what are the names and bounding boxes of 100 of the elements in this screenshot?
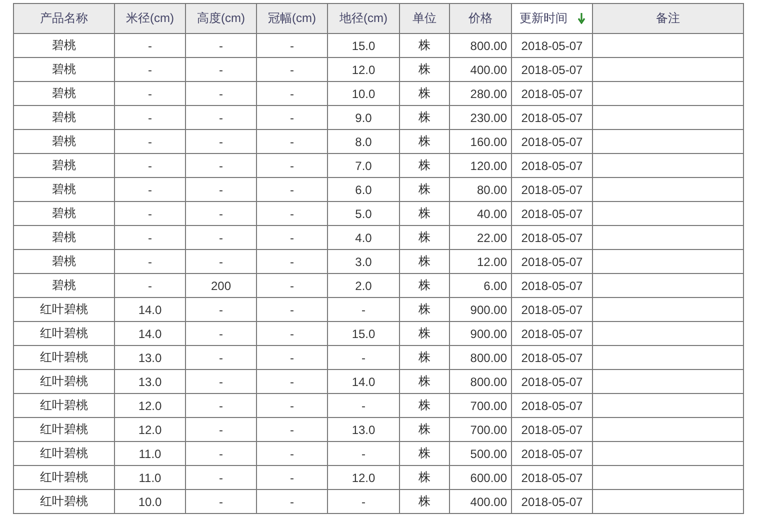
table-cell: - [256, 154, 328, 178]
table-cell: - [328, 298, 400, 322]
table-cell: - [256, 298, 328, 322]
table-cell: 13.0 [114, 346, 186, 370]
table-cell: 红叶碧桃 [14, 298, 114, 322]
table-cell: 2018-05-07 [512, 394, 592, 418]
table-cell: 2018-05-07 [512, 370, 592, 394]
table-cell: 株 [400, 298, 450, 322]
table-cell: 230.00 [450, 106, 512, 130]
column-header[interactable]: 米径(cm) [114, 4, 186, 34]
table-cell: - [186, 370, 256, 394]
table-cell: - [256, 442, 328, 466]
table-cell: 株 [400, 370, 450, 394]
table-cell: 11.0 [114, 466, 186, 490]
table-cell: - [256, 34, 328, 58]
table-cell: 8.0 [328, 130, 400, 154]
table-cell: 500.00 [450, 442, 512, 466]
table-cell: 6.00 [450, 274, 512, 298]
column-header[interactable]: 价格 [450, 4, 512, 34]
table-cell: - [256, 178, 328, 202]
table-cell: - [256, 106, 328, 130]
table-cell: - [186, 58, 256, 82]
table-cell: 10.0 [114, 490, 186, 514]
table-cell: 15.0 [328, 34, 400, 58]
table-cell: 800.00 [450, 34, 512, 58]
table-cell: 株 [400, 394, 450, 418]
table-cell: - [256, 82, 328, 106]
table-cell: 株 [400, 58, 450, 82]
table-cell: 红叶碧桃 [14, 322, 114, 346]
table-cell: 株 [400, 346, 450, 370]
table-cell: 株 [400, 130, 450, 154]
table-cell: - [186, 154, 256, 178]
table-cell: - [256, 250, 328, 274]
table-cell: - [186, 442, 256, 466]
table-cell: 株 [400, 82, 450, 106]
column-header[interactable]: 地径(cm) [328, 4, 400, 34]
table-cell: - [114, 250, 186, 274]
table-cell: 株 [400, 106, 450, 130]
table-cell: 9.0 [328, 106, 400, 130]
table-cell: 12.00 [450, 250, 512, 274]
column-header[interactable]: 产品名称 [14, 4, 114, 34]
table-cell: 15.0 [328, 322, 400, 346]
table-cell: 14.0 [114, 298, 186, 322]
table-cell: - [186, 322, 256, 346]
table-cell: 碧桃 [14, 250, 114, 274]
table-cell: 2.0 [328, 274, 400, 298]
table-cell: 株 [400, 418, 450, 442]
table-cell: 碧桃 [14, 178, 114, 202]
table-cell: 碧桃 [14, 82, 114, 106]
table-cell: 株 [400, 490, 450, 514]
table-cell: 7.0 [328, 154, 400, 178]
column-header[interactable]: 单位 [400, 4, 450, 34]
table-cell: 5.0 [328, 202, 400, 226]
table-cell: 10.0 [328, 82, 400, 106]
table-cell: 碧桃 [14, 130, 114, 154]
table-cell: 13.0 [114, 370, 186, 394]
table-cell: - [256, 466, 328, 490]
table-cell: - [328, 490, 400, 514]
column-header[interactable]: 更新时间 [512, 4, 592, 34]
sort-arrow-icon [578, 13, 584, 24]
table-cell: 40.00 [450, 202, 512, 226]
table-cell: 株 [400, 154, 450, 178]
table-cell: 12.0 [114, 394, 186, 418]
table-cell: 2018-05-07 [512, 490, 592, 514]
table-cell: 红叶碧桃 [14, 346, 114, 370]
table-cell: - [186, 226, 256, 250]
table-cell: 株 [400, 322, 450, 346]
table-cell: 红叶碧桃 [14, 442, 114, 466]
table-cell: 红叶碧桃 [14, 394, 114, 418]
table-cell: 株 [400, 274, 450, 298]
table-cell: - [256, 226, 328, 250]
table-cell: - [256, 274, 328, 298]
table-cell: - [114, 34, 186, 58]
table-cell: 碧桃 [14, 154, 114, 178]
table-cell: - [256, 202, 328, 226]
table-cell: 碧桃 [14, 34, 114, 58]
table-cell: 600.00 [450, 466, 512, 490]
table-cell: - [186, 178, 256, 202]
table-cell: 红叶碧桃 [14, 466, 114, 490]
table-cell: - [186, 346, 256, 370]
table-cell: 株 [400, 442, 450, 466]
table-cell: 2018-05-07 [512, 298, 592, 322]
table-cell: - [186, 490, 256, 514]
column-header[interactable]: 高度(cm) [186, 4, 256, 34]
column-header[interactable]: 冠幅(cm) [256, 4, 328, 34]
table-cell: - [256, 370, 328, 394]
table-cell: 2018-05-07 [512, 58, 592, 82]
table-cell: 2018-05-07 [512, 274, 592, 298]
table-cell: 红叶碧桃 [14, 418, 114, 442]
table-cell: - [114, 82, 186, 106]
table-cell: 14.0 [114, 322, 186, 346]
table-cell: - [186, 34, 256, 58]
table-cell: 80.00 [450, 178, 512, 202]
table-cell: 株 [400, 250, 450, 274]
table-cell: 22.00 [450, 226, 512, 250]
table-cell: 12.0 [328, 58, 400, 82]
column-header[interactable]: 备注 [592, 4, 744, 34]
table-cell: 2018-05-07 [512, 178, 592, 202]
table-cell: 900.00 [450, 322, 512, 346]
table-cell: 11.0 [114, 442, 186, 466]
